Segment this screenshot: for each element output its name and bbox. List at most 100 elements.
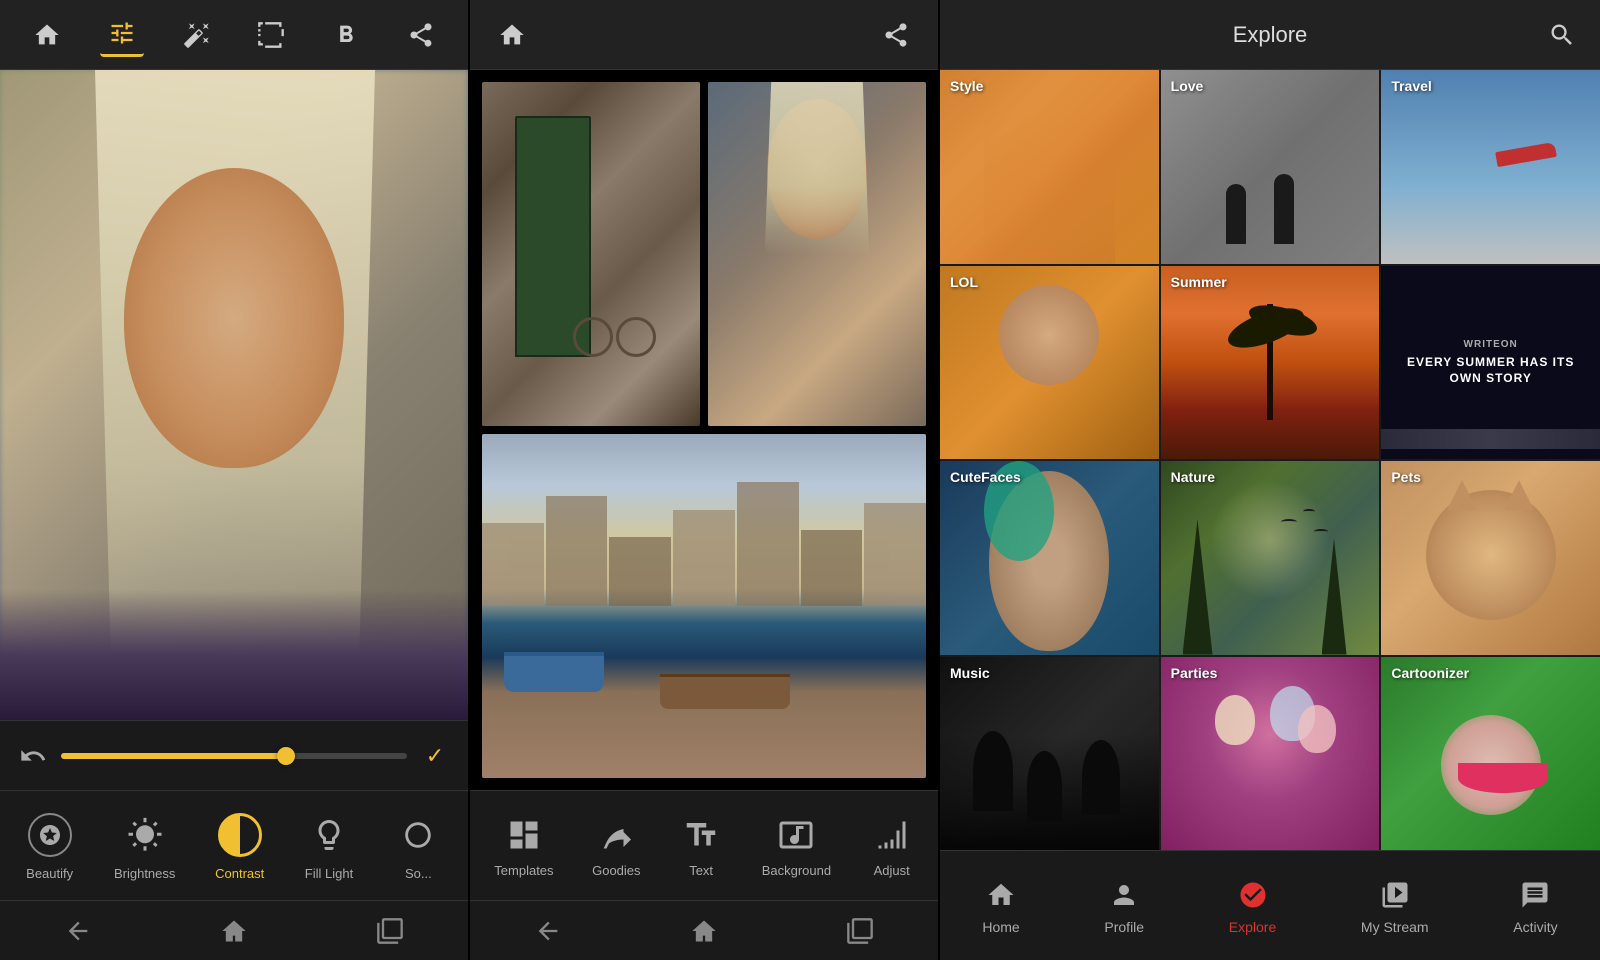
bold-b-icon[interactable] [324,13,368,57]
collage-toolbar [470,0,938,70]
home-button[interactable] [209,906,259,956]
nature-label: Nature [1171,469,1215,485]
writeon-bg: WriteOn EVERY SUMMER HAS ITS OWN STORY [1381,266,1600,460]
explore-cell-travel[interactable]: Travel [1381,70,1600,264]
templates-icon [502,813,546,857]
brightness-icon [120,810,170,860]
explore-cell-music[interactable]: Music [940,657,1159,851]
summer-label: Summer [1171,274,1227,290]
explore-grid: Style Love Travel [940,70,1600,850]
slider-thumb[interactable] [277,747,295,765]
background-label: Background [762,863,831,878]
wand-icon[interactable] [175,13,219,57]
explore-cell-pets[interactable]: Pets [1381,461,1600,655]
adjust-icon[interactable] [100,13,144,57]
beautify-tool[interactable]: Beautify [17,810,83,881]
search-button[interactable] [1544,17,1580,53]
adjust-tool[interactable]: Adjust [862,813,922,878]
explore-cell-lol[interactable]: LOL [940,266,1159,460]
filllight-icon [304,810,354,860]
explore-cell-nature[interactable]: Nature [1161,461,1380,655]
soften-tool[interactable]: So... [385,810,451,881]
confirm-button[interactable]: ✓ [417,738,453,774]
collage-back-button[interactable] [523,906,573,956]
explore-cell-cutefaces[interactable]: CuteFaces [940,461,1159,655]
brightness-slider[interactable] [61,753,407,759]
profile-nav-label: Profile [1104,919,1144,935]
writeon-text: EVERY SUMMER HAS ITS OWN STORY [1391,355,1590,386]
share-icon[interactable] [399,13,443,57]
explore-cell-cartoonizer[interactable]: Cartoonizer [1381,657,1600,851]
background-icon [774,813,818,857]
parties-bg [1161,657,1380,851]
collage-cell-girl[interactable] [708,82,926,426]
templates-tool[interactable]: Templates [486,813,561,878]
love-label: Love [1171,78,1204,94]
goodies-label: Goodies [592,863,640,878]
explore-header: Explore [940,0,1600,70]
editor-toolbar [0,0,468,70]
collage-home-button[interactable] [679,906,729,956]
text-tool[interactable]: Text [671,813,731,878]
collage-home-icon[interactable] [490,13,534,57]
explore-cell-summer[interactable]: Summer [1161,266,1380,460]
text-label: Text [689,863,713,878]
explore-cell-style[interactable]: Style [940,70,1159,264]
explore-nav: Home Profile Explore [940,850,1600,960]
collage-cell-bicycle[interactable] [482,82,700,426]
tools-row: Beautify Brightness Contrast [0,790,468,900]
explore-nav-label: Explore [1229,919,1276,935]
collage-share-icon[interactable] [874,13,918,57]
goodies-icon [594,813,638,857]
cutefaces-label: CuteFaces [950,469,1021,485]
nav-mystream[interactable]: My Stream [1351,877,1439,935]
background-tool[interactable]: Background [754,813,839,878]
slider-bar: ✓ [0,720,468,790]
lol-label: LOL [950,274,978,290]
cartoonizer-label: Cartoonizer [1391,665,1469,681]
frame-icon[interactable] [249,13,293,57]
collage-cell-boats[interactable] [482,434,926,778]
soften-icon [393,810,443,860]
nav-profile[interactable]: Profile [1094,877,1154,935]
brightness-label: Brightness [114,866,175,881]
nature-bg [1161,461,1380,655]
panel-editor: ✓ Beautify Brightness [0,0,470,960]
cutefaces-bg [940,461,1159,655]
music-bg [940,657,1159,851]
nav-activity[interactable]: Activity [1503,877,1567,935]
explore-nav-icon [1235,877,1271,913]
profile-nav-icon [1106,877,1142,913]
recents-button[interactable] [365,906,415,956]
filllight-tool[interactable]: Fill Light [296,810,362,881]
home-icon[interactable] [25,13,69,57]
explore-cell-parties[interactable]: Parties [1161,657,1380,851]
back-button[interactable] [53,906,103,956]
music-label: Music [950,665,990,681]
goodies-tool[interactable]: Goodies [584,813,648,878]
contrast-tool[interactable]: Contrast [207,810,273,881]
style-label: Style [950,78,983,94]
explore-cell-writeon[interactable]: WriteOn EVERY SUMMER HAS ITS OWN STORY [1381,266,1600,460]
editor-nav-bar [0,900,468,960]
brightness-tool[interactable]: Brightness [106,810,183,881]
mystream-nav-label: My Stream [1361,919,1429,935]
undo-button[interactable] [15,738,51,774]
nav-explore[interactable]: Explore [1219,877,1286,935]
explore-cell-love[interactable]: Love [1161,70,1380,264]
activity-nav-label: Activity [1513,919,1557,935]
beautify-label: Beautify [26,866,73,881]
lol-bg [940,266,1159,460]
filllight-label: Fill Light [305,866,353,881]
nav-home[interactable]: Home [972,877,1029,935]
panel-explore: Explore Style Love [940,0,1600,960]
slider-track [61,753,286,759]
soften-label: So... [405,866,432,881]
travel-label: Travel [1391,78,1431,94]
templates-label: Templates [494,863,553,878]
collage-recents-button[interactable] [835,906,885,956]
mystream-nav-icon [1377,877,1413,913]
collage-nav-bar [470,900,938,960]
summer-bg [1161,266,1380,460]
activity-nav-icon [1517,877,1553,913]
